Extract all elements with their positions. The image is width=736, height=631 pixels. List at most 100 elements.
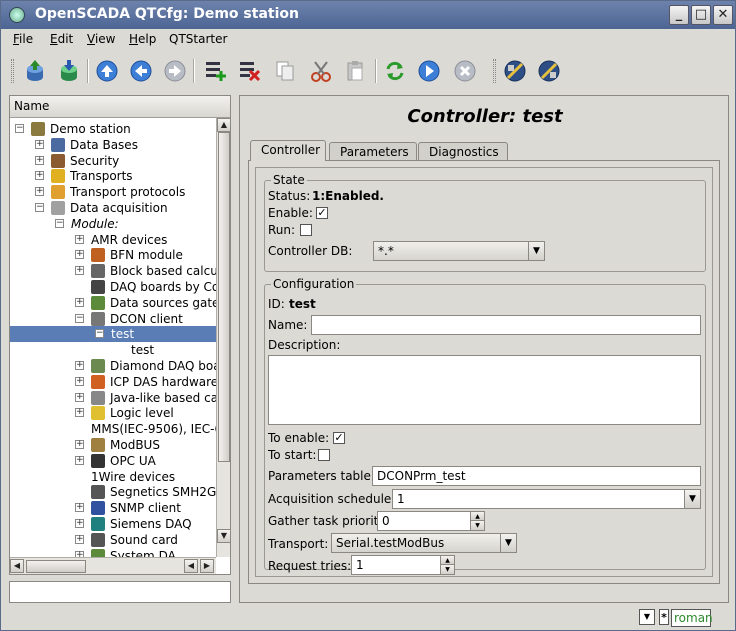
menu-view[interactable]: View <box>87 32 115 46</box>
tree-filter-input[interactable] <box>9 581 231 603</box>
title-bar[interactable]: OpenSCADA QTCfg: Demo station _ □ ✕ <box>1 1 735 29</box>
tree-item[interactable]: + OPC UA <box>10 453 216 469</box>
expand-icon[interactable]: + <box>75 392 84 402</box>
tree-item[interactable]: − Demo station <box>10 121 216 137</box>
collapse-icon[interactable]: − <box>95 329 104 339</box>
menu-qtstarter[interactable]: QTStarter <box>169 32 227 46</box>
spin-down-icon[interactable]: ▼ <box>470 521 484 530</box>
enable-checkbox[interactable]: ✓ <box>316 207 328 219</box>
scroll-thumb[interactable] <box>218 132 230 462</box>
description-field[interactable] <box>268 355 701 425</box>
expand-icon[interactable]: + <box>75 376 84 386</box>
collapse-icon[interactable]: − <box>55 218 64 228</box>
expand-icon[interactable]: + <box>75 250 84 260</box>
tree-item[interactable]: − Module: <box>10 216 216 232</box>
priority-stepper[interactable]: 0 ▲ ▼ <box>377 511 485 531</box>
copy-icon[interactable] <box>271 57 299 85</box>
tree-item[interactable]: + Logic level <box>10 405 216 421</box>
expand-icon[interactable]: + <box>75 440 84 449</box>
scroll-left-button-alt[interactable]: ◀ <box>184 559 198 573</box>
tree-item[interactable]: + ICP DAS hardware <box>10 374 216 390</box>
menu-help[interactable]: Help <box>129 32 156 46</box>
tree-item[interactable]: + Data Bases <box>10 137 216 153</box>
chevron-down-icon[interactable]: ▼ <box>528 242 544 260</box>
expand-icon[interactable]: + <box>75 519 84 528</box>
minimize-button[interactable]: _ <box>669 5 689 25</box>
expand-icon[interactable]: + <box>75 534 84 544</box>
transport-select[interactable]: Serial.testModBus ▼ <box>331 533 517 553</box>
tree-item[interactable]: + Data sources gate <box>10 295 216 311</box>
menu-edit[interactable]: Edit <box>50 32 73 46</box>
close-window-button[interactable]: ✕ <box>713 5 733 25</box>
to-start-checkbox[interactable] <box>318 449 330 461</box>
tree-item[interactable]: + Sound card <box>10 532 216 548</box>
tree-item[interactable]: test <box>10 342 216 358</box>
tree-item[interactable]: + Block based calcu <box>10 263 216 279</box>
navigation-tree[interactable]: − Demo station + Data Bases + Security + Transp… <box>10 118 216 557</box>
schedule-select[interactable]: 1 ▼ <box>392 489 701 509</box>
tree-item[interactable]: + Security <box>10 153 216 169</box>
expand-icon[interactable]: + <box>75 455 84 465</box>
scroll-right-button[interactable]: ▶ <box>200 559 214 573</box>
toolbar-grip[interactable] <box>493 59 496 83</box>
tree-vertical-scrollbar[interactable]: ▲ ▼ <box>216 118 231 557</box>
chevron-down-icon[interactable]: ▼ <box>684 490 700 508</box>
tree-item[interactable]: + Siemens DAQ <box>10 516 216 532</box>
toolbar-grip[interactable] <box>11 59 14 83</box>
tab-parameters[interactable]: Parameters <box>329 142 417 161</box>
tree-item[interactable]: + Java-like based ca <box>10 390 216 406</box>
tree-item[interactable]: Segnetics SMH2G <box>10 484 216 500</box>
tree-item[interactable]: DAQ boards by Co <box>10 279 216 295</box>
refresh-icon[interactable] <box>381 57 409 85</box>
back-arrow-icon[interactable] <box>127 57 155 85</box>
tree-item[interactable]: + BFN module <box>10 247 216 263</box>
expand-icon[interactable]: + <box>75 361 84 370</box>
delete-item-icon[interactable] <box>235 57 263 85</box>
parameters-table-field[interactable]: DCONPrm_test <box>372 466 701 486</box>
collapse-icon[interactable]: − <box>35 203 44 212</box>
expand-icon[interactable]: + <box>75 297 84 307</box>
tree-item[interactable]: − DCON client <box>10 311 216 327</box>
tree-item[interactable]: + ModBUS <box>10 437 216 453</box>
to-enable-checkbox[interactable]: ✓ <box>333 432 345 444</box>
spin-down-icon[interactable]: ▼ <box>440 565 454 574</box>
collapse-icon[interactable]: − <box>75 313 84 323</box>
user-badge[interactable]: roman <box>671 609 713 627</box>
db-load-icon[interactable] <box>21 57 49 85</box>
stop-icon[interactable] <box>451 57 479 85</box>
add-item-icon[interactable] <box>201 57 229 85</box>
expand-icon[interactable]: + <box>75 408 84 418</box>
maximize-button[interactable]: □ <box>691 5 711 25</box>
expand-icon[interactable]: + <box>75 266 84 276</box>
tree-item[interactable]: + Transports <box>10 168 216 184</box>
tree-item[interactable]: + SNMP client <box>10 500 216 516</box>
db-save-icon[interactable] <box>55 57 83 85</box>
tree-header[interactable]: Name <box>10 96 230 118</box>
tree-item[interactable]: − Data acquisition <box>10 200 216 216</box>
paste-icon[interactable] <box>341 57 369 85</box>
expand-icon[interactable]: + <box>35 187 44 197</box>
tab-diagnostics[interactable]: Diagnostics <box>418 142 508 161</box>
up-arrow-icon[interactable] <box>93 57 121 85</box>
scroll-down-button[interactable]: ▼ <box>217 529 231 543</box>
request-tries-stepper[interactable]: 1 ▲ ▼ <box>351 555 455 575</box>
name-field[interactable] <box>311 315 701 335</box>
cut-icon[interactable] <box>307 57 335 85</box>
expand-icon[interactable]: + <box>75 503 84 513</box>
run-checkbox[interactable] <box>300 224 312 236</box>
scroll-thumb[interactable] <box>26 560 86 573</box>
tree-item[interactable]: + System DA <box>10 548 216 557</box>
tree-item[interactable]: + Transport protocols <box>10 184 216 200</box>
expand-icon[interactable]: + <box>35 155 44 165</box>
tree-item[interactable]: + AMR devices <box>10 232 216 248</box>
controller-db-select[interactable]: *.* ▼ <box>373 241 545 261</box>
start-icon[interactable] <box>415 57 443 85</box>
tree-item[interactable]: + Diamond DAQ boa <box>10 358 216 374</box>
expand-icon[interactable]: + <box>35 139 44 149</box>
expand-icon[interactable]: + <box>35 171 44 181</box>
menu-file[interactable]: File <box>13 32 33 46</box>
chevron-down-icon[interactable]: ▼ <box>500 534 516 552</box>
tree-item[interactable]: MMS(IEC-9506), IEC-6 <box>10 421 216 437</box>
spin-up-icon[interactable]: ▲ <box>440 556 454 565</box>
tree-horizontal-scrollbar[interactable]: ◀ ◀ ▶ <box>10 557 216 574</box>
